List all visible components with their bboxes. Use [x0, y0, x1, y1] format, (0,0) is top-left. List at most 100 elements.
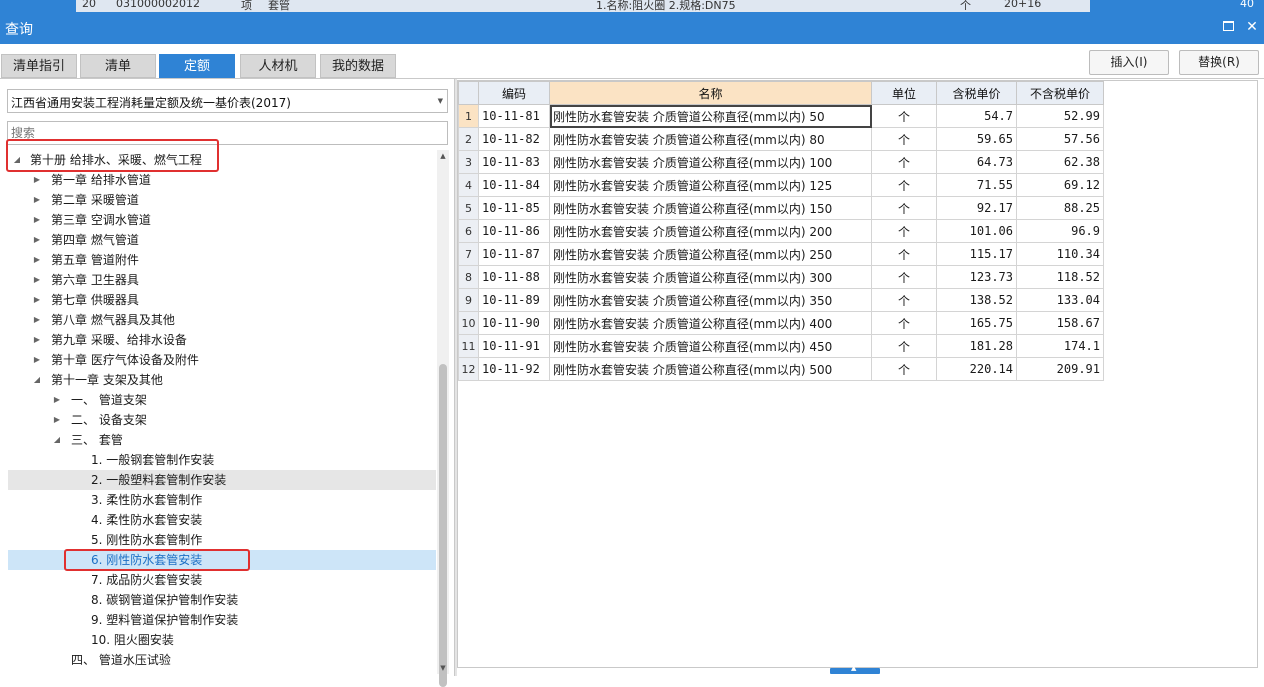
cell-price-tax[interactable]: 71.55	[936, 173, 1017, 197]
cell-code[interactable]: 10-11-84	[478, 173, 550, 197]
tree-item[interactable]: ▶ 第五章 管道附件	[8, 250, 436, 270]
table-row[interactable]: 5 10-11-85 刚性防水套管安装 介质管道公称直径(mm以内) 150 个 92.…	[458, 196, 1104, 220]
tab-bill-guide[interactable]: 清单指引	[1, 54, 77, 78]
tree-item[interactable]: ▶ 第四章 燃气管道	[8, 230, 436, 250]
cell-name[interactable]: 刚性防水套管安装 介质管道公称直径(mm以内) 300	[549, 265, 872, 289]
tab-quota[interactable]: 定额	[159, 54, 235, 78]
cell-code[interactable]: 10-11-86	[478, 219, 550, 243]
cell-price-tax[interactable]: 64.73	[936, 150, 1017, 174]
insert-button[interactable]: 插入(I)	[1089, 50, 1169, 75]
tab-labor-material-machine[interactable]: 人材机	[240, 54, 316, 78]
tree-item[interactable]: 6. 刚性防水套管安装	[8, 550, 436, 570]
cell-price-notax[interactable]: 52.99	[1016, 104, 1104, 128]
cell-unit[interactable]: 个	[871, 288, 937, 312]
tab-my-data[interactable]: 我的数据	[320, 54, 396, 78]
table-row[interactable]: 4 10-11-84 刚性防水套管安装 介质管道公称直径(mm以内) 125 个 71.…	[458, 173, 1104, 197]
scrollbar-thumb[interactable]	[439, 364, 447, 687]
tree-item[interactable]: ▶ 第八章 燃气器具及其他	[8, 310, 436, 330]
tree-item[interactable]: 8. 碳钢管道保护管制作安装	[8, 590, 436, 610]
scroll-down-icon[interactable]: ▼	[437, 662, 449, 674]
cell-name[interactable]: 刚性防水套管安装 介质管道公称直径(mm以内) 250	[549, 242, 872, 266]
cell-price-notax[interactable]: 110.34	[1016, 242, 1104, 266]
cell-price-tax[interactable]: 220.14	[936, 357, 1017, 381]
triangle-right-icon[interactable]: ▶	[32, 230, 42, 250]
cell-price-notax[interactable]: 209.91	[1016, 357, 1104, 381]
cell-code[interactable]: 10-11-83	[478, 150, 550, 174]
row-number[interactable]: 2	[458, 127, 479, 151]
cell-code[interactable]: 10-11-91	[478, 334, 550, 358]
cell-price-tax[interactable]: 181.28	[936, 334, 1017, 358]
cell-unit[interactable]: 个	[871, 150, 937, 174]
cell-code[interactable]: 10-11-82	[478, 127, 550, 151]
tree-item[interactable]: ▶ 第七章 供暖器具	[8, 290, 436, 310]
row-number[interactable]: 12	[458, 357, 479, 381]
triangle-down-icon[interactable]: ◢	[32, 370, 42, 390]
triangle-right-icon[interactable]: ▶	[32, 250, 42, 270]
row-number[interactable]: 6	[458, 219, 479, 243]
cell-name[interactable]: 刚性防水套管安装 介质管道公称直径(mm以内) 100	[549, 150, 872, 174]
triangle-right-icon[interactable]: ▶	[52, 390, 62, 410]
header-unit[interactable]: 单位	[871, 81, 937, 105]
cell-unit[interactable]: 个	[871, 357, 937, 381]
table-row[interactable]: 6 10-11-86 刚性防水套管安装 介质管道公称直径(mm以内) 200 个 101…	[458, 219, 1104, 243]
cell-name[interactable]: 刚性防水套管安装 介质管道公称直径(mm以内) 200	[549, 219, 872, 243]
cell-code[interactable]: 10-11-88	[478, 265, 550, 289]
cell-name[interactable]: 刚性防水套管安装 介质管道公称直径(mm以内) 500	[549, 357, 872, 381]
row-number[interactable]: 10	[458, 311, 479, 335]
row-number[interactable]: 4	[458, 173, 479, 197]
cell-code[interactable]: 10-11-87	[478, 242, 550, 266]
cell-code[interactable]: 10-11-85	[478, 196, 550, 220]
cell-price-notax[interactable]: 57.56	[1016, 127, 1104, 151]
quota-library-select[interactable]: 江西省通用安装工程消耗量定额及统一基价表(2017) ▼	[7, 89, 448, 113]
replace-button[interactable]: 替换(R)	[1179, 50, 1259, 75]
cell-price-notax[interactable]: 133.04	[1016, 288, 1104, 312]
tree-item[interactable]: 四、 管道水压试验	[8, 650, 436, 670]
cell-unit[interactable]: 个	[871, 173, 937, 197]
cell-price-tax[interactable]: 165.75	[936, 311, 1017, 335]
cell-name[interactable]: 刚性防水套管安装 介质管道公称直径(mm以内) 80	[549, 127, 872, 151]
triangle-right-icon[interactable]: ▶	[32, 310, 42, 330]
tree-item[interactable]: 10. 阻火圈安装	[8, 630, 436, 650]
header-name[interactable]: 名称	[549, 81, 872, 105]
cell-price-notax[interactable]: 96.9	[1016, 219, 1104, 243]
cell-unit[interactable]: 个	[871, 265, 937, 289]
cell-code[interactable]: 10-11-81	[478, 104, 550, 128]
triangle-right-icon[interactable]: ▶	[32, 330, 42, 350]
row-number[interactable]: 5	[458, 196, 479, 220]
triangle-right-icon[interactable]: ▶	[32, 170, 42, 190]
cell-price-tax[interactable]: 138.52	[936, 288, 1017, 312]
row-number[interactable]: 11	[458, 334, 479, 358]
tree-item[interactable]: ▶ 一、 管道支架	[8, 390, 436, 410]
cell-price-notax[interactable]: 69.12	[1016, 173, 1104, 197]
tree-item[interactable]: ◢ 第十一章 支架及其他	[8, 370, 436, 390]
cell-unit[interactable]: 个	[871, 196, 937, 220]
table-row[interactable]: 2 10-11-82 刚性防水套管安装 介质管道公称直径(mm以内) 80 个 59.6…	[458, 127, 1104, 151]
cell-unit[interactable]: 个	[871, 127, 937, 151]
cell-price-notax[interactable]: 62.38	[1016, 150, 1104, 174]
triangle-right-icon[interactable]: ▶	[32, 290, 42, 310]
table-row[interactable]: 10 10-11-90 刚性防水套管安装 介质管道公称直径(mm以内) 400 个 16…	[458, 311, 1104, 335]
table-row[interactable]: 1 10-11-81 刚性防水套管安装 介质管道公称直径(mm以内) 50 个 54.7…	[458, 104, 1104, 128]
cell-name[interactable]: 刚性防水套管安装 介质管道公称直径(mm以内) 450	[549, 334, 872, 358]
cell-code[interactable]: 10-11-92	[478, 357, 550, 381]
search-input[interactable]	[7, 121, 448, 145]
triangle-right-icon[interactable]: ▶	[32, 350, 42, 370]
cell-code[interactable]: 10-11-90	[478, 311, 550, 335]
cell-price-tax[interactable]: 92.17	[936, 196, 1017, 220]
close-button[interactable]: ✕	[1243, 18, 1261, 36]
row-number[interactable]: 8	[458, 265, 479, 289]
table-row[interactable]: 12 10-11-92 刚性防水套管安装 介质管道公称直径(mm以内) 500 个 22…	[458, 357, 1104, 381]
tree-item[interactable]: ▶ 第九章 采暖、给排水设备	[8, 330, 436, 350]
tree-item[interactable]: ◢ 三、 套管	[8, 430, 436, 450]
tree-item[interactable]: ▶ 第二章 采暖管道	[8, 190, 436, 210]
tree-item[interactable]: ▶ 第六章 卫生器具	[8, 270, 436, 290]
cell-price-notax[interactable]: 88.25	[1016, 196, 1104, 220]
cell-price-notax[interactable]: 174.1	[1016, 334, 1104, 358]
triangle-down-icon[interactable]: ◢	[12, 150, 22, 170]
tab-bill[interactable]: 清单	[80, 54, 156, 78]
cell-unit[interactable]: 个	[871, 104, 937, 128]
tree-item[interactable]: ▶ 第一章 给排水管道	[8, 170, 436, 190]
cell-price-notax[interactable]: 158.67	[1016, 311, 1104, 335]
cell-price-tax[interactable]: 123.73	[936, 265, 1017, 289]
cell-unit[interactable]: 个	[871, 334, 937, 358]
